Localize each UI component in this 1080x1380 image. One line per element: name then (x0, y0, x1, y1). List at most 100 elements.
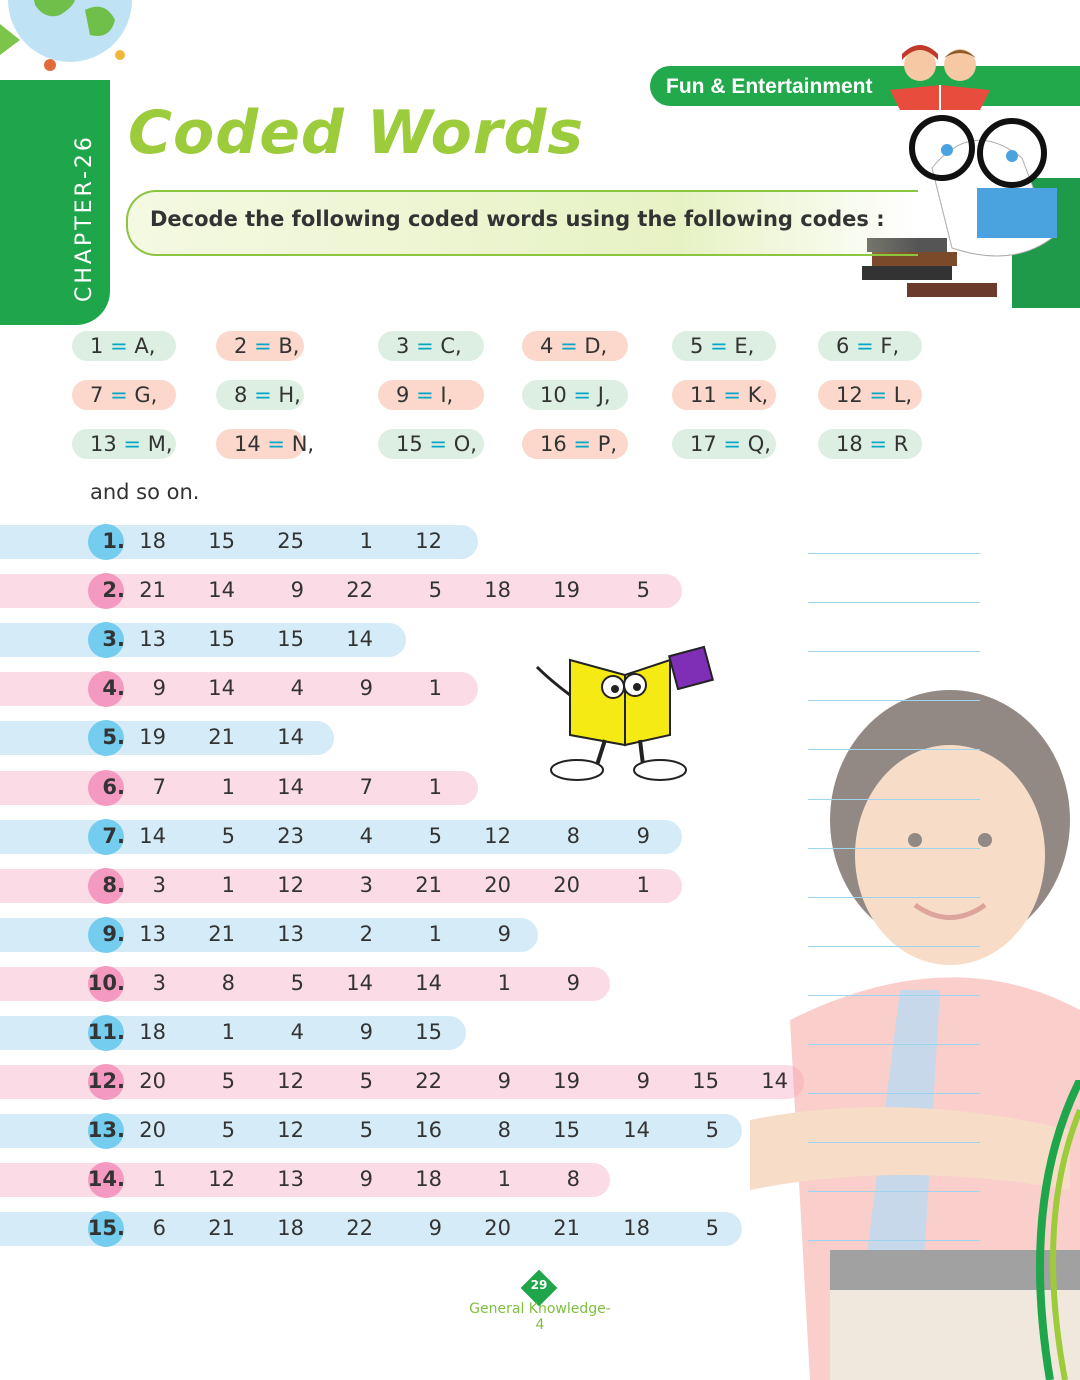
answer-line[interactable] (808, 602, 980, 603)
code-value: 20 (484, 873, 511, 897)
code-chip: 7 = G, (72, 380, 176, 410)
code-value: 5 (705, 1118, 719, 1142)
code-number: 10 (540, 383, 567, 407)
question-number: 11. (87, 1020, 125, 1044)
question-number: 10. (87, 971, 125, 995)
code-value: 14 (277, 775, 304, 799)
code-chip: 14 = N, (216, 429, 314, 459)
code-value: 2 (359, 922, 373, 946)
answer-line[interactable] (808, 651, 980, 652)
code-value: 12 (277, 873, 304, 897)
code-value: 19 (553, 1069, 580, 1093)
code-number: 1 (90, 334, 104, 358)
code-value: 14 (346, 971, 373, 995)
code-number: 2 (234, 334, 248, 358)
equals-sign: = (723, 432, 742, 456)
equals-sign: = (123, 432, 142, 456)
code-value: 15 (553, 1118, 580, 1142)
chapter-label: CHAPTER-26 (72, 134, 97, 302)
code-letter: D, (584, 334, 608, 358)
answer-line[interactable] (808, 946, 980, 947)
code-value: 3 (152, 971, 166, 995)
code-number: 7 (90, 383, 104, 407)
answer-line[interactable] (808, 848, 980, 849)
code-number: 18 (836, 432, 863, 456)
code-value: 5 (221, 824, 235, 848)
code-chip: 3 = C, (378, 331, 484, 361)
code-value: 12 (208, 1167, 235, 1191)
equals-sign: = (560, 334, 578, 358)
page-number: 29 (530, 1278, 548, 1292)
equals-sign: = (254, 334, 272, 358)
answer-line[interactable] (808, 799, 980, 800)
code-chip: 15 = O, (378, 429, 484, 459)
question-number: 1. (102, 529, 125, 553)
code-number: 8 (234, 383, 248, 407)
answer-line[interactable] (808, 897, 980, 898)
code-letter: B, (278, 334, 300, 358)
code-value: 12 (277, 1118, 304, 1142)
code-letter: F, (880, 334, 900, 358)
code-chip: 16 = P, (522, 429, 628, 459)
answer-line[interactable] (808, 700, 980, 701)
code-chip: 1 = A, (72, 331, 176, 361)
code-value: 1 (428, 676, 442, 700)
code-value: 8 (566, 824, 580, 848)
code-chip: 17 = Q, (672, 429, 776, 459)
code-value: 15 (208, 529, 235, 553)
code-value: 4 (290, 676, 304, 700)
code-number: 14 (234, 432, 261, 456)
equals-sign: = (573, 383, 592, 407)
answer-line[interactable] (808, 1093, 980, 1094)
code-letter: Q, (747, 432, 771, 456)
code-value: 5 (221, 1069, 235, 1093)
code-value: 9 (359, 676, 373, 700)
code-value: 8 (566, 1167, 580, 1191)
code-value: 5 (359, 1118, 373, 1142)
code-number: 13 (90, 432, 117, 456)
code-value: 9 (359, 1167, 373, 1191)
code-value: 5 (359, 1069, 373, 1093)
code-number: 15 (396, 432, 423, 456)
answer-line[interactable] (808, 1240, 980, 1241)
question-number: 13. (87, 1118, 125, 1142)
code-value: 13 (139, 922, 166, 946)
code-letter: L, (893, 383, 913, 407)
code-value: 1 (152, 1167, 166, 1191)
code-value: 23 (277, 824, 304, 848)
code-letter: C, (440, 334, 462, 358)
code-value: 14 (623, 1118, 650, 1142)
question-number: 14. (87, 1167, 125, 1191)
code-chip: 5 = E, (672, 331, 776, 361)
code-value: 5 (428, 824, 442, 848)
code-value: 5 (290, 971, 304, 995)
code-letter: I, (440, 383, 454, 407)
section-banner-label: Fun & Entertainment (666, 75, 873, 98)
code-value: 21 (553, 1216, 580, 1240)
code-value: 14 (277, 725, 304, 749)
code-number: 16 (540, 432, 567, 456)
question-number: 9. (102, 922, 125, 946)
answer-line[interactable] (808, 1044, 980, 1045)
question-number: 12. (87, 1069, 125, 1093)
code-value: 21 (208, 922, 235, 946)
equals-sign: = (869, 383, 888, 407)
code-value: 14 (139, 824, 166, 848)
code-chip: 6 = F, (818, 331, 922, 361)
answer-line[interactable] (808, 1191, 980, 1192)
code-value: 14 (415, 971, 442, 995)
answer-line[interactable] (808, 553, 980, 554)
code-value: 9 (636, 824, 650, 848)
code-letter: A, (134, 334, 156, 358)
code-chip: 2 = B, (216, 331, 304, 361)
code-letter: G, (134, 383, 158, 407)
code-letter: K, (747, 383, 769, 407)
code-value: 1 (221, 775, 235, 799)
code-value: 8 (221, 971, 235, 995)
answer-line[interactable] (808, 995, 980, 996)
code-chip: 10 = J, (522, 380, 628, 410)
code-chip: 12 = L, (818, 380, 922, 410)
answer-line[interactable] (808, 749, 980, 750)
green-swirl-decoration (1036, 1080, 1080, 1380)
answer-line[interactable] (808, 1142, 980, 1143)
